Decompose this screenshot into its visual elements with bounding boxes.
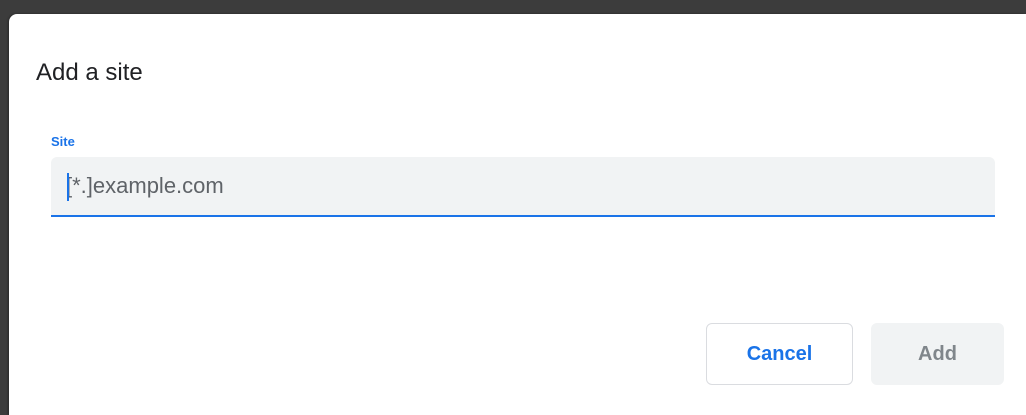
site-input[interactable]: [51, 157, 995, 215]
dialog-title: Add a site: [36, 59, 143, 86]
site-input-container[interactable]: [51, 157, 995, 217]
site-field-label: Site: [51, 134, 75, 149]
add-site-dialog: Add a site Site Cancel Add: [9, 14, 1026, 415]
text-cursor: [67, 173, 69, 201]
add-button[interactable]: Add: [871, 323, 1004, 385]
cancel-button[interactable]: Cancel: [706, 323, 853, 385]
